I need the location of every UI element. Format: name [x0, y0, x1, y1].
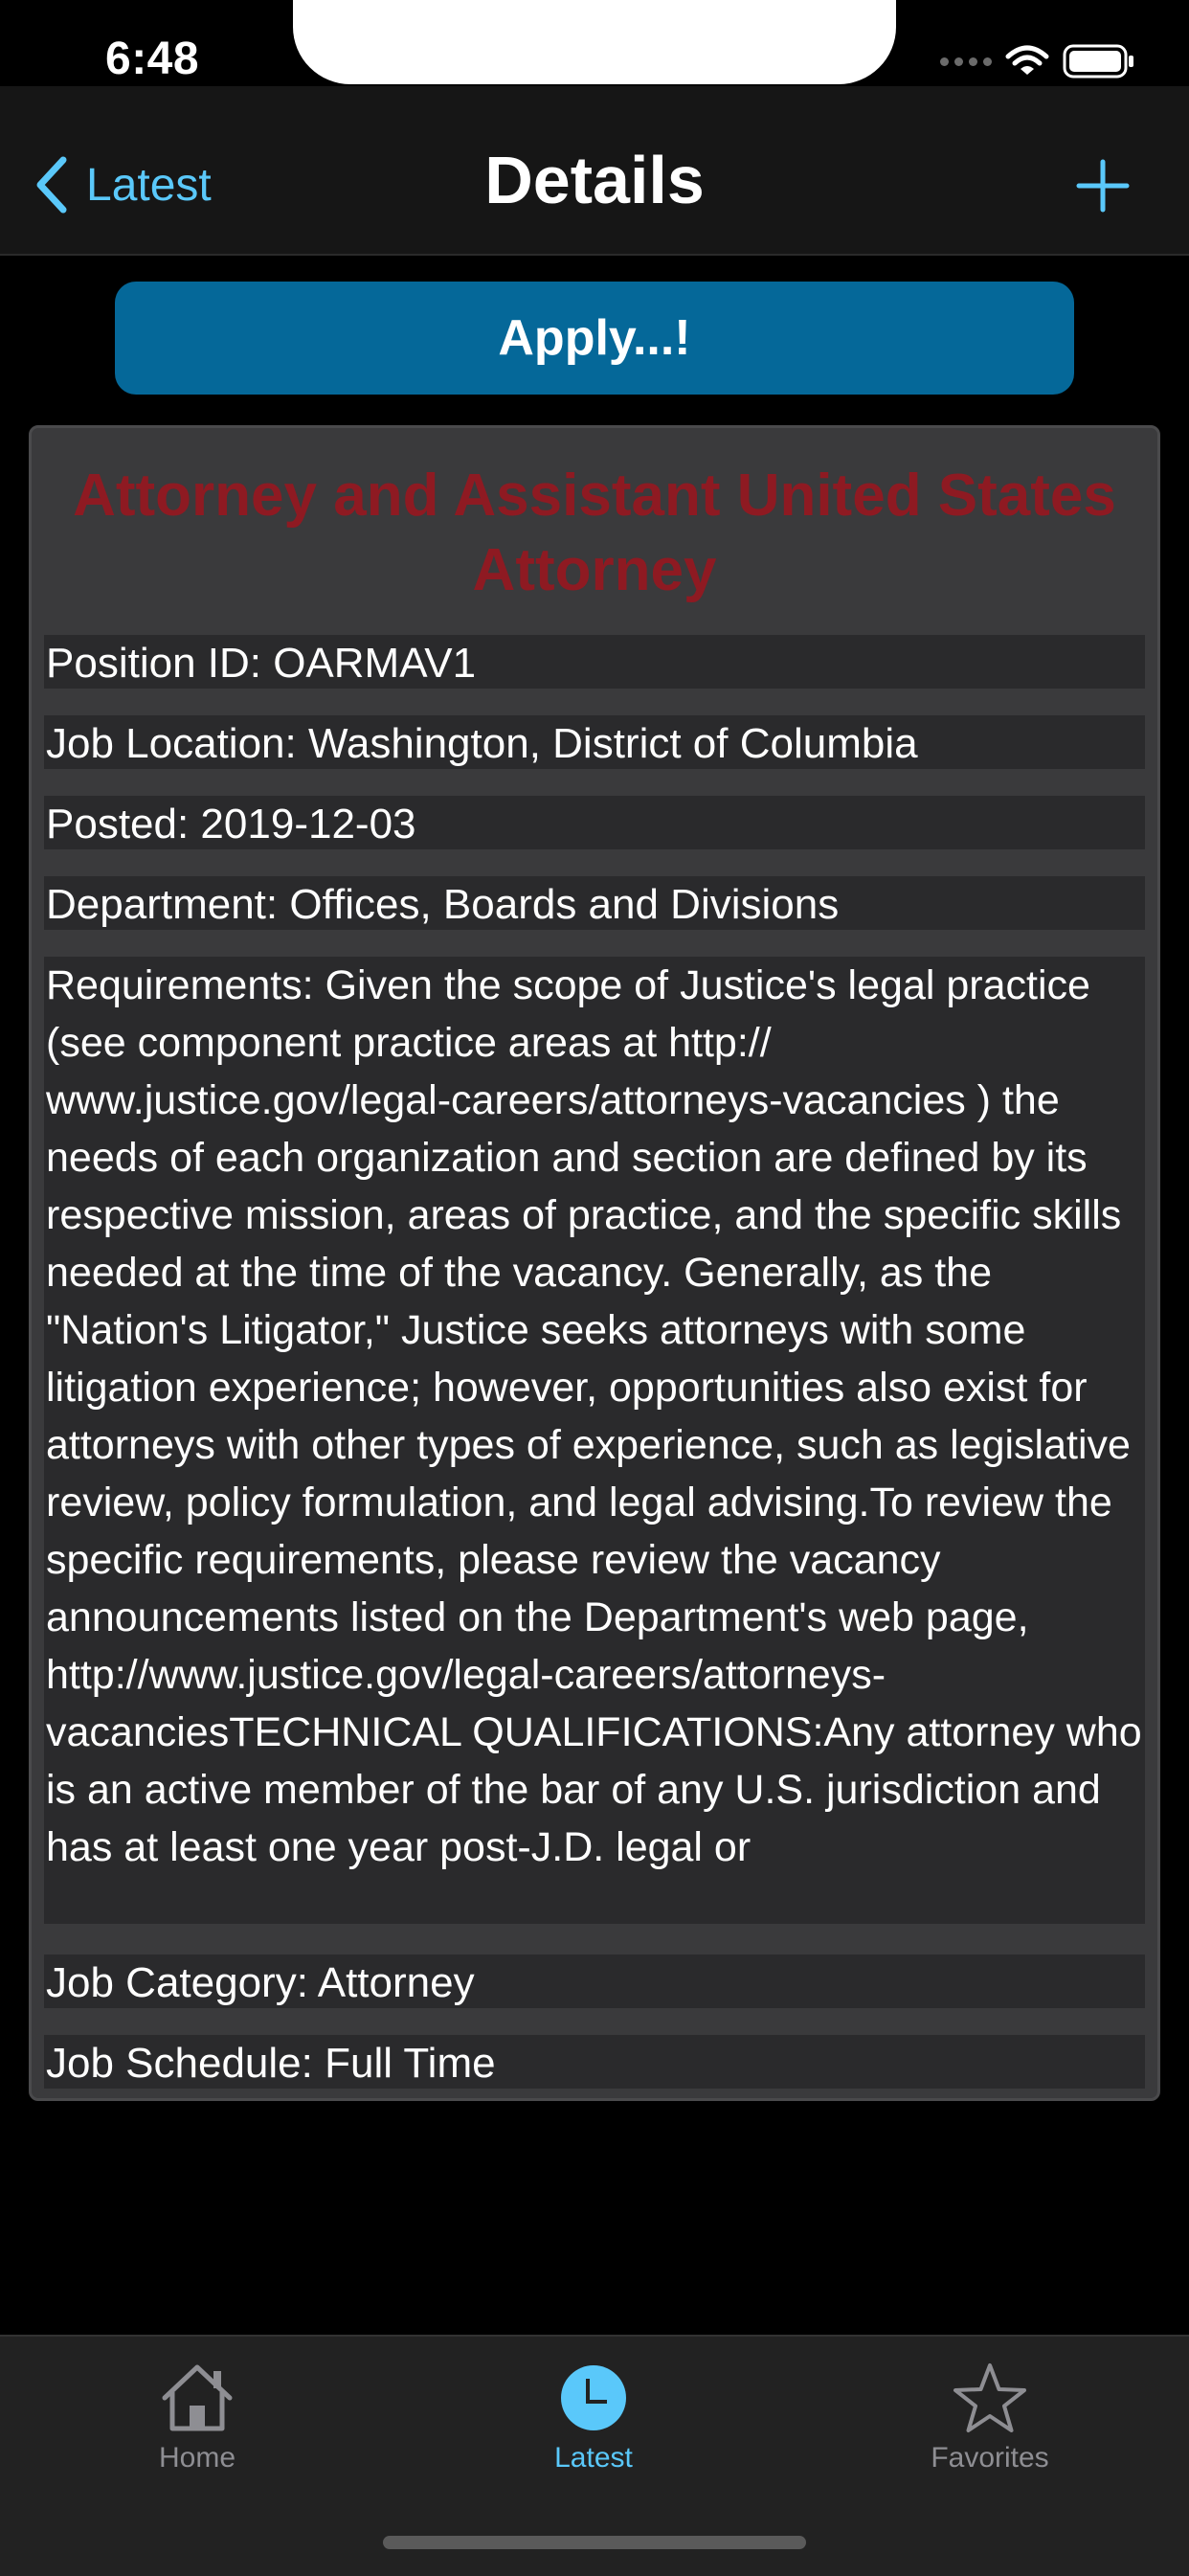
tab-favorites-label: Favorites	[931, 2442, 1049, 2474]
job-category-field: Job Category: Attorney	[44, 1955, 1145, 2008]
posted-date-field: Posted: 2019-12-03	[44, 796, 1145, 849]
home-indicator[interactable]	[383, 2536, 806, 2549]
cellular-signal-icon	[940, 56, 992, 66]
tab-home[interactable]: Home	[82, 2361, 312, 2505]
job-title: Attorney and Assistant United States Att…	[73, 463, 1116, 603]
requirements-field[interactable]: Requirements: Given the scope of Justice…	[44, 957, 1145, 1924]
job-schedule-field: Job Schedule: Full Time	[44, 2035, 1145, 2089]
department-field: Department: Offices, Boards and Division…	[44, 876, 1145, 930]
page-title: Details	[484, 143, 705, 217]
house-icon	[162, 2364, 233, 2431]
job-location-field: Job Location: Washington, District of Co…	[44, 715, 1145, 769]
add-icon[interactable]	[1074, 157, 1132, 215]
battery-icon	[1063, 44, 1133, 79]
apply-button[interactable]: Apply...!	[115, 282, 1074, 395]
tab-latest-label: Latest	[554, 2442, 633, 2474]
navigation-bar: Latest Details	[0, 86, 1189, 256]
tab-favorites[interactable]: Favorites	[875, 2361, 1105, 2505]
tab-home-label: Home	[158, 2442, 236, 2474]
star-icon	[953, 2363, 1026, 2432]
clock-icon	[561, 2365, 626, 2430]
tab-latest[interactable]: Latest	[479, 2361, 708, 2505]
status-bar: 6:48	[0, 0, 1189, 86]
wifi-icon	[1005, 45, 1049, 75]
position-id-field: Position ID: OARMAV1	[44, 635, 1145, 689]
job-details-card: Attorney and Assistant United States Att…	[29, 425, 1160, 2101]
device-notch	[293, 0, 896, 84]
status-time: 6:48	[105, 34, 200, 84]
status-indicators	[940, 42, 1135, 80]
